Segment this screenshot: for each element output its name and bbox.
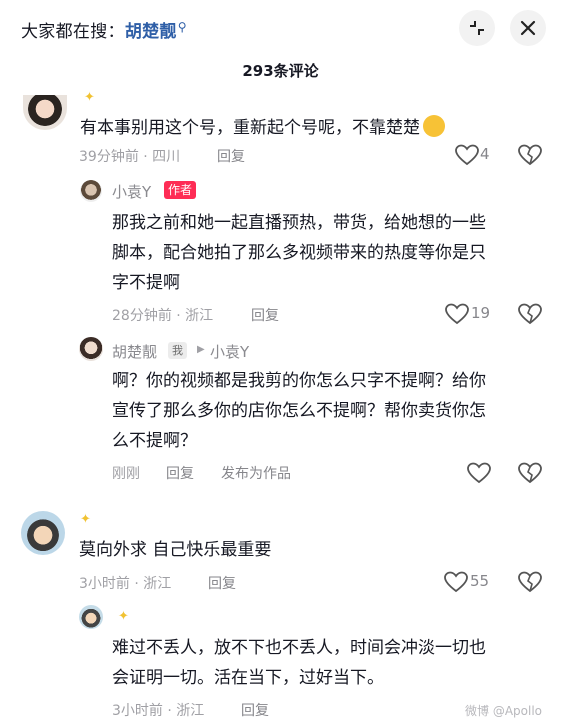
close-button[interactable] xyxy=(510,10,546,46)
comment-time-location: 3小时前 · 浙江 xyxy=(79,576,172,592)
like-heart-icon[interactable] xyxy=(455,144,479,166)
reply-text: 宣传了那么多你的店你怎么不提啊？帮你卖货你怎 xyxy=(112,401,486,421)
comment-time-location: 39分钟前 · 四川 xyxy=(79,149,181,165)
like-count: 55 xyxy=(470,572,490,590)
reply-button[interactable]: 回复 xyxy=(241,700,269,720)
reply-time: 刚刚 xyxy=(112,466,140,482)
sparkle-icon: ✦ xyxy=(80,512,91,527)
avatar[interactable] xyxy=(79,605,103,629)
like-count: 4 xyxy=(480,145,490,163)
reply-button[interactable]: 回复 xyxy=(208,573,236,593)
comment-count-title: 293条评论 xyxy=(242,62,319,80)
dislike-heart-icon[interactable] xyxy=(518,462,542,484)
avatar[interactable] xyxy=(80,180,102,202)
dislike-heart-icon[interactable] xyxy=(518,303,542,325)
me-badge: 我 xyxy=(168,342,187,359)
reply-button[interactable]: 回复 xyxy=(217,146,245,166)
like-heart-icon[interactable] xyxy=(467,462,491,484)
reply-to-nickname[interactable]: 小袁Y xyxy=(210,341,249,362)
shrink-button[interactable] xyxy=(459,10,495,46)
like-count: 19 xyxy=(471,304,491,322)
hot-search-term[interactable]: 胡楚靓 xyxy=(125,22,177,42)
avatar[interactable] xyxy=(23,95,67,130)
hot-search-bar[interactable]: 大家都在搜：胡楚靓⚲ xyxy=(21,17,187,42)
reply-text: 字不提啊 xyxy=(112,273,180,293)
comment-header: 大家都在搜：胡楚靓⚲ 293条评论 xyxy=(0,0,561,92)
reply-text: 那我之前和她一起直播预热，带货，给她想的一些 xyxy=(112,213,486,233)
dislike-heart-icon[interactable] xyxy=(518,144,542,166)
sparkle-icon: ✦ xyxy=(118,609,129,624)
close-icon xyxy=(520,20,536,36)
reply-text: 脚本，配合她拍了那么多视频带来的热度等你是只 xyxy=(112,243,486,263)
comment-text: 莫向外求 自己快乐最重要 xyxy=(79,540,272,560)
reply-time-location: 3小时前 · 浙江 xyxy=(112,703,205,719)
watermark: 微博 @Apollo xyxy=(465,704,542,718)
avatar[interactable] xyxy=(21,511,65,555)
search-icon: ⚲ xyxy=(177,20,187,34)
reply-text: 么不提啊？ xyxy=(112,431,197,451)
sparkle-icon: ✦ xyxy=(84,90,95,105)
like-heart-icon[interactable] xyxy=(444,571,468,593)
publish-as-post-button[interactable]: 发布为作品 xyxy=(221,463,291,483)
like-heart-icon[interactable] xyxy=(445,303,469,325)
reply-button[interactable]: 回复 xyxy=(251,305,279,325)
shrink-icon xyxy=(470,21,484,35)
reply-text: 难过不丢人，放不下也不丢人，时间会冲淡一切也 xyxy=(112,638,486,658)
laughing-tears-emoji-icon xyxy=(423,115,445,137)
comment-text: 有本事别用这个号，重新起个号呢，不靠楚楚 xyxy=(80,111,445,142)
reply-time-location: 28分钟前 · 浙江 xyxy=(112,308,214,324)
reply-button[interactable]: 回复 xyxy=(166,463,194,483)
hot-search-prefix: 大家都在搜： xyxy=(21,22,125,42)
reply-nickname[interactable]: 小袁Y xyxy=(112,181,151,202)
dislike-heart-icon[interactable] xyxy=(518,571,542,593)
reply-text: 会证明一切。活在当下，过好当下。 xyxy=(112,668,384,688)
reply-nickname[interactable]: 胡楚靓 xyxy=(112,341,157,362)
avatar[interactable] xyxy=(79,337,103,361)
reply-arrow-icon: ▶ xyxy=(197,344,205,355)
reply-text: 啊？你的视频都是我剪的你怎么只字不提啊？给你 xyxy=(112,371,486,391)
author-badge: 作者 xyxy=(164,181,197,199)
